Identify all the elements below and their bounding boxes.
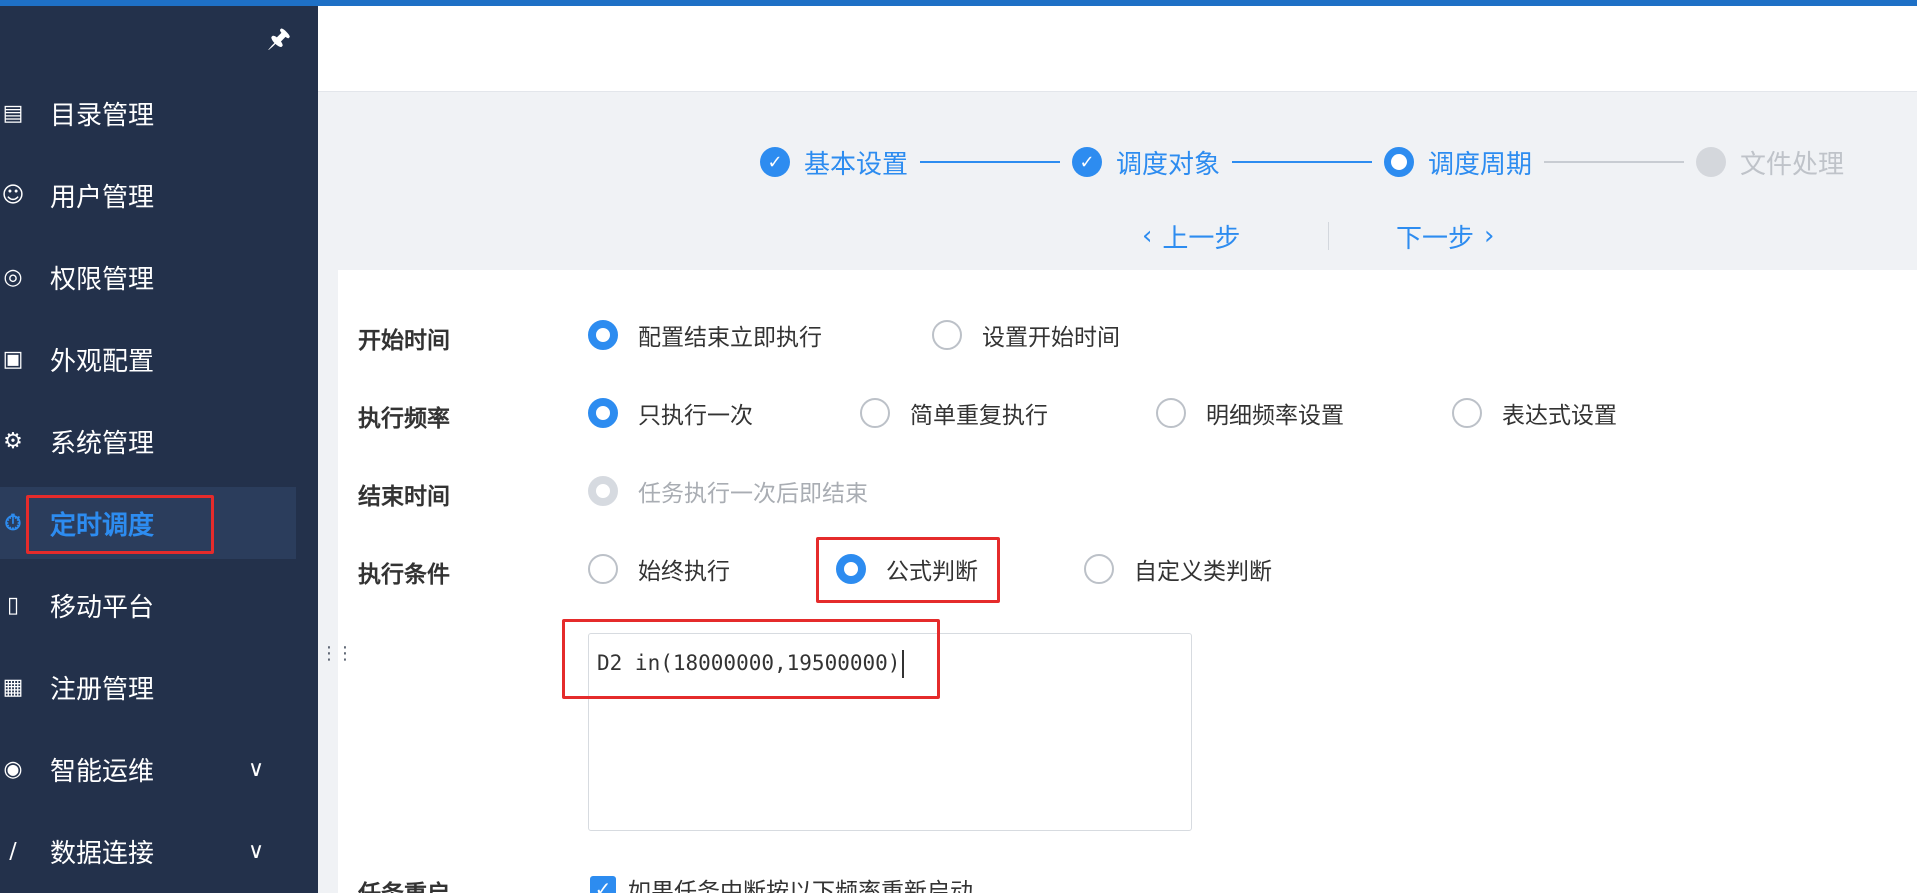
- start-time-label: 开始时间: [358, 328, 450, 354]
- highlight-box-formula-option: [816, 537, 1000, 603]
- sidebar-item-users[interactable]: ☺ 用户管理: [0, 159, 296, 231]
- frequency-label: 执行频率: [358, 406, 450, 432]
- radio-set-start-time[interactable]: 设置开始时间: [932, 318, 1120, 352]
- prev-step-button[interactable]: ‹ 上一步: [1142, 214, 1240, 258]
- catalog-icon: ▤: [2, 100, 24, 126]
- radio-indicator: [588, 320, 618, 350]
- sidebar-item-label: 移动平台: [50, 592, 155, 623]
- radio-label: 任务执行一次后即结束: [638, 481, 868, 507]
- step-schedule-cycle[interactable]: 调度周期: [1384, 144, 1532, 181]
- prev-step-label: 上一步: [1162, 223, 1241, 254]
- radio-indicator: [588, 398, 618, 428]
- chevron-right-icon: ›: [1484, 221, 1495, 251]
- resize-handle-icon[interactable]: ⋮⋮: [320, 643, 354, 664]
- sidebar-item-label: 目录管理: [50, 100, 155, 131]
- condition-label: 执行条件: [358, 562, 450, 588]
- timer-icon: ⏱: [4, 510, 22, 536]
- sidebar-item-label: 外观配置: [50, 346, 155, 377]
- sidebar-item-data-connection[interactable]: ∕ 数据连接 ∨: [0, 815, 296, 887]
- radio-label: 只执行一次: [638, 403, 753, 429]
- radio-run-once[interactable]: 只执行一次: [588, 396, 753, 430]
- checkbox-label: 如果任务中断按以下频率重新启动: [628, 879, 973, 893]
- register-icon: ▦: [2, 674, 24, 700]
- step-label: 调度对象: [1116, 149, 1221, 180]
- next-step-label: 下一步: [1396, 223, 1475, 254]
- step-basic-settings[interactable]: ✓ 基本设置: [760, 144, 908, 181]
- sidebar-item-mobile[interactable]: ▯ 移动平台: [0, 569, 296, 641]
- content-header: [318, 6, 1917, 92]
- radio-always-run[interactable]: 始终执行: [588, 552, 730, 586]
- step-schedule-target[interactable]: ✓ 调度对象: [1072, 144, 1220, 181]
- step-progress: ✓ 基本设置 ✓ 调度对象 调度周期 文件处理: [760, 140, 1844, 184]
- sidebar-item-ops[interactable]: ◉ 智能运维 ∨: [0, 733, 296, 805]
- radio-end-after-once: 任务执行一次后即结束: [588, 474, 868, 508]
- radio-indicator: [1084, 554, 1114, 584]
- radio-indicator: [588, 476, 618, 506]
- highlight-box-sidebar: [26, 495, 214, 554]
- paint-roller-icon: ▣: [2, 346, 24, 372]
- radio-indicator: [1156, 398, 1186, 428]
- radio-label: 自定义类判断: [1134, 559, 1272, 585]
- step-label: 文件处理: [1740, 149, 1845, 180]
- mobile-icon: ▯: [6, 592, 20, 618]
- sidebar-item-label: 权限管理: [50, 264, 155, 295]
- sidebar-item-label: 系统管理: [50, 428, 155, 459]
- check-icon: ✓: [590, 876, 616, 893]
- restart-checkbox[interactable]: ✓ 如果任务中断按以下频率重新启动: [590, 872, 973, 893]
- sidebar-item-system[interactable]: ⚙ 系统管理: [0, 405, 296, 477]
- pending-step-icon: [1696, 147, 1727, 177]
- radio-label: 配置结束立即执行: [638, 325, 822, 351]
- sidebar-item-catalog[interactable]: ▤ 目录管理: [0, 77, 296, 149]
- radio-label: 明细频率设置: [1206, 403, 1344, 429]
- step-file-processing[interactable]: 文件处理: [1696, 144, 1844, 181]
- highlight-box-formula-input: [562, 619, 940, 699]
- restart-label: 任务重启: [358, 874, 450, 893]
- pin-icon[interactable]: 🖈︎: [264, 22, 294, 56]
- radio-expression[interactable]: 表达式设置: [1452, 396, 1617, 430]
- shield-icon: ◎: [3, 264, 23, 290]
- sidebar-item-label: 数据连接: [50, 838, 155, 869]
- radio-start-immediately[interactable]: 配置结束立即执行: [588, 318, 822, 352]
- end-time-label: 结束时间: [358, 484, 450, 510]
- sidebar-item-label: 注册管理: [50, 674, 155, 705]
- check-icon: ✓: [1072, 147, 1103, 177]
- radio-simple-repeat[interactable]: 简单重复执行: [860, 396, 1048, 430]
- sidebar-item-appearance[interactable]: ▣ 外观配置: [0, 323, 296, 395]
- step-connector: [920, 161, 1061, 163]
- link-icon: ∕: [9, 838, 17, 864]
- radio-label: 表达式设置: [1502, 403, 1617, 429]
- step-label: 基本设置: [804, 149, 909, 180]
- ops-icon: ◉: [3, 756, 23, 782]
- chevron-down-icon: ∨: [248, 756, 265, 782]
- next-step-button[interactable]: 下一步 ›: [1396, 214, 1494, 258]
- radio-label: 始终执行: [638, 559, 730, 585]
- chevron-down-icon: ∨: [248, 838, 265, 864]
- radio-indicator: [588, 554, 618, 584]
- radio-indicator: [932, 320, 962, 350]
- current-step-icon: [1384, 147, 1415, 177]
- step-connector: [1544, 161, 1685, 163]
- radio-label: 设置开始时间: [982, 325, 1120, 351]
- sidebar-item-registration[interactable]: ▦ 注册管理: [0, 651, 296, 723]
- radio-indicator: [860, 398, 890, 428]
- step-connector: [1232, 161, 1373, 163]
- gear-icon: ⚙: [3, 428, 23, 454]
- radio-label: 简单重复执行: [910, 403, 1048, 429]
- radio-detailed-frequency[interactable]: 明细频率设置: [1156, 396, 1344, 430]
- step-label: 调度周期: [1428, 149, 1533, 180]
- chevron-left-icon: ‹: [1142, 221, 1153, 251]
- check-icon: ✓: [760, 147, 790, 177]
- radio-custom-class[interactable]: 自定义类判断: [1084, 552, 1272, 586]
- sidebar-item-label: 智能运维: [50, 756, 155, 787]
- sidebar-item-label: 用户管理: [50, 182, 155, 213]
- radio-indicator: [1452, 398, 1482, 428]
- divider: [1328, 222, 1329, 250]
- sidebar-item-permissions[interactable]: ◎ 权限管理: [0, 241, 296, 313]
- user-icon: ☺: [1, 182, 25, 208]
